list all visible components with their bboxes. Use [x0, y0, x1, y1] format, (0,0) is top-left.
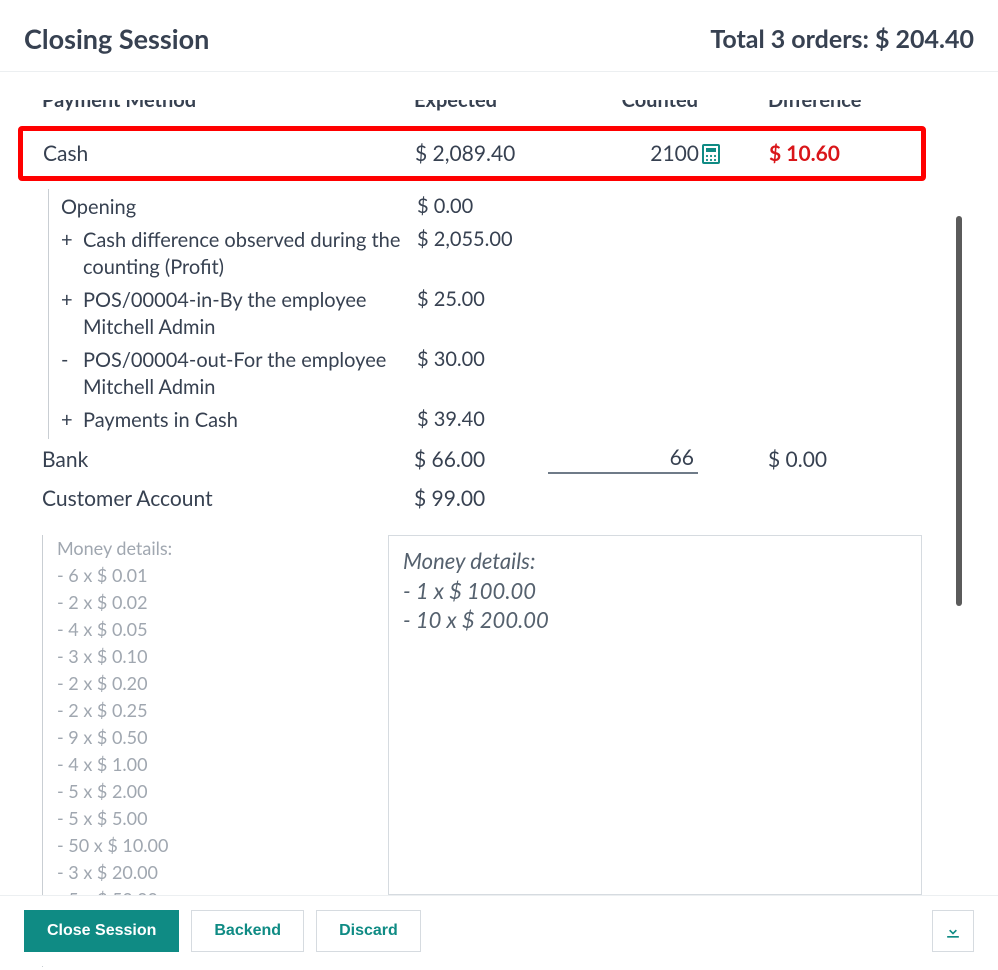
cash-expected: $ 2,089.40	[415, 141, 541, 166]
breakdown-row: Opening $ 0.00	[61, 191, 974, 224]
cash-difference: $ 10.60	[769, 141, 915, 166]
money-details-title: Money details:	[403, 546, 907, 576]
col-counted: Counted	[540, 100, 698, 114]
customer-account-label: Customer Account	[42, 486, 414, 511]
bank-counted-input[interactable]: 66	[548, 445, 698, 474]
row-bank: Bank $ 66.00 66 $ 0.00	[24, 439, 974, 480]
col-payment-method: Payment Method	[42, 100, 414, 114]
breakdown-row: +Payments in Cash $ 39.40	[61, 404, 974, 437]
modal-footer: Close Session Backend Discard	[0, 895, 998, 966]
row-customer-account: Customer Account $ 99.00	[24, 480, 974, 517]
money-detail-line: - 1 x $ 100.00	[403, 576, 907, 606]
money-details-right[interactable]: Money details: - 1 x $ 100.00 - 10 x $ 2…	[388, 535, 922, 895]
bank-label: Bank	[42, 447, 414, 472]
table-headers: Payment Method Expected Counted Differen…	[24, 100, 974, 120]
money-detail-line: - 2 x $ 0.25	[57, 697, 372, 724]
orders-total: Total 3 orders: $ 204.40	[710, 24, 974, 54]
customer-account-expected: $ 99.00	[414, 486, 540, 511]
cash-counted: 2100	[541, 141, 699, 166]
calculator-icon[interactable]	[699, 142, 769, 166]
money-detail-line: - 2 x $ 0.20	[57, 670, 372, 697]
money-detail-line: - 9 x $ 0.50	[57, 724, 372, 751]
cash-label: Cash	[43, 141, 415, 166]
page-title: Closing Session	[24, 22, 209, 55]
row-cash: Cash $ 2,089.40 2100	[23, 131, 921, 176]
money-detail-line: - 50 x $ 10.00	[57, 832, 372, 859]
money-detail-line: - 4 x $ 1.00	[57, 751, 372, 778]
discard-button[interactable]: Discard	[316, 910, 421, 952]
cash-breakdown: Opening $ 0.00 +Cash difference observed…	[48, 189, 974, 439]
money-detail-line: - 6 x $ 0.01	[57, 562, 372, 589]
col-difference: Difference	[768, 100, 968, 114]
money-detail-line: - 5 x $ 2.00	[57, 778, 372, 805]
cash-row-highlight: Cash $ 2,089.40 2100	[18, 126, 926, 181]
money-detail-line: - 10 x $ 200.00	[403, 605, 907, 635]
breakdown-row: +Cash difference observed during the cou…	[61, 224, 974, 284]
close-session-button[interactable]: Close Session	[24, 910, 179, 952]
breakdown-row: -POS/00004-out-For the employee Mitchell…	[61, 344, 974, 404]
breakdown-row: +POS/00004-in-By the employee Mitchell A…	[61, 284, 974, 344]
backend-button[interactable]: Backend	[191, 910, 304, 952]
bank-expected: $ 66.00	[414, 447, 540, 472]
money-detail-line: - 3 x $ 20.00	[57, 859, 372, 886]
col-expected: Expected	[414, 100, 540, 114]
bank-difference: $ 0.00	[768, 447, 968, 472]
money-detail-line: - 5 x $ 5.00	[57, 805, 372, 832]
download-button[interactable]	[932, 910, 974, 952]
money-details-title: Money details:	[57, 535, 372, 562]
money-detail-line: - 3 x $ 0.10	[57, 643, 372, 670]
download-icon	[943, 921, 963, 941]
money-detail-line: - 4 x $ 0.05	[57, 616, 372, 643]
money-detail-line: - 2 x $ 0.02	[57, 589, 372, 616]
modal-header: Closing Session Total 3 orders: $ 204.40	[0, 0, 998, 72]
